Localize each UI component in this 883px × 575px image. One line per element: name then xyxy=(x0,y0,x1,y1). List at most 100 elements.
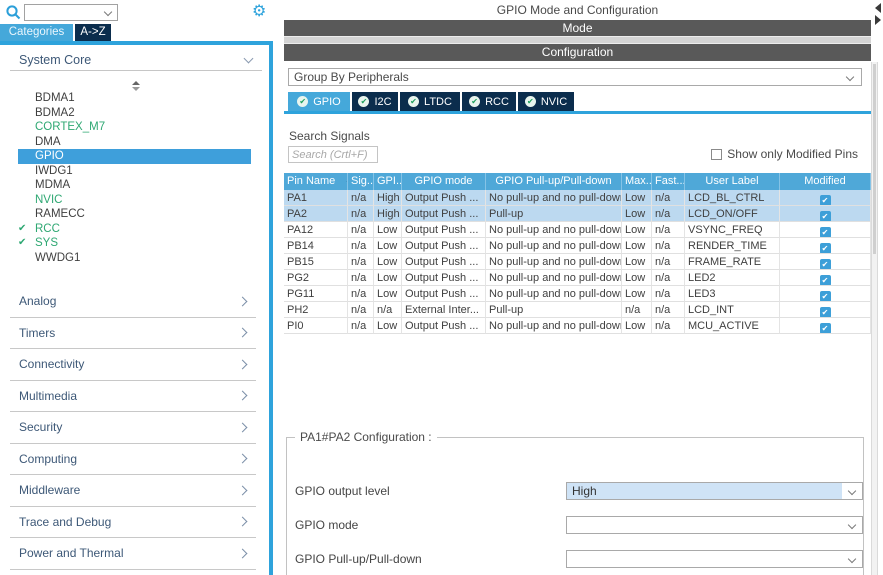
table-row-pi0[interactable]: PI0n/aLowOutput Push ...No pull-up and n… xyxy=(284,318,871,334)
cell-max-: Low xyxy=(622,222,652,238)
sidebar-item-iwdg1[interactable]: IWDG1 xyxy=(18,164,251,179)
column-header-modified[interactable]: Modified xyxy=(780,173,871,190)
tab-nvic[interactable]: ✔NVIC xyxy=(518,92,574,111)
table-row-ph2[interactable]: PH2n/an/aExternal Inter...Pull-upn/an/aL… xyxy=(284,302,871,318)
enabled-check-icon: ✔ xyxy=(18,236,26,251)
sidebar-category-timers[interactable]: Timers xyxy=(10,318,256,350)
sidebar-category-computing[interactable]: Computing xyxy=(10,444,256,476)
modified-checkbox[interactable]: ✔ xyxy=(820,307,831,318)
cell-gpio-mode: Output Push ... xyxy=(402,206,486,222)
modified-checkbox[interactable]: ✔ xyxy=(820,323,831,334)
sidebar-item-cortex_m7[interactable]: CORTEX_M7 xyxy=(18,120,251,135)
table-row-pg2[interactable]: PG2n/aLowOutput Push ...No pull-up and n… xyxy=(284,270,871,286)
field-select-gpio-pull-up-pull-down[interactable] xyxy=(566,550,863,568)
sidebar-category-connectivity[interactable]: Connectivity xyxy=(10,349,256,381)
sidebar-item-bdma1[interactable]: BDMA1 xyxy=(18,91,251,106)
field-select-gpio-output-level[interactable]: High xyxy=(566,482,863,500)
category-label: Multimedia xyxy=(10,389,77,403)
system-core-section-header[interactable]: System Core xyxy=(19,51,256,69)
sidebar-category-multimedia[interactable]: Multimedia xyxy=(10,381,256,413)
sidebar-search-combobox[interactable] xyxy=(24,4,118,21)
sidebar-item-label: DMA xyxy=(35,136,61,148)
column-header-gpio-pull-up-pull-down[interactable]: GPIO Pull-up/Pull-down xyxy=(486,173,622,190)
peripheral-tabs: ✔GPIO✔I2C✔LTDC✔RCC✔NVIC xyxy=(288,92,574,111)
panel-collapse-arrows[interactable] xyxy=(875,3,881,25)
cell-max-: n/a xyxy=(622,302,652,318)
modified-checkbox[interactable]: ✔ xyxy=(820,211,831,222)
sidebar-item-sys[interactable]: ✔ SYS xyxy=(18,236,251,251)
configuration-section-bar[interactable]: Configuration xyxy=(284,44,871,61)
mode-section-bar[interactable]: Mode xyxy=(284,20,871,36)
column-header-pin-name[interactable]: Pin Name▲ xyxy=(284,173,348,190)
cell-sig-: n/a xyxy=(348,270,374,286)
cell-gpio-pull-up-pull-down: No pull-up and no pull-down xyxy=(486,254,622,270)
table-row-pb14[interactable]: PB14n/aLowOutput Push ...No pull-up and … xyxy=(284,238,871,254)
sidebar-category-trace-and-debug[interactable]: Trace and Debug xyxy=(10,507,256,539)
category-label: Computing xyxy=(10,452,77,466)
table-row-pa12[interactable]: PA12n/aLowOutput Push ...No pull-up and … xyxy=(284,222,871,238)
field-value: High xyxy=(572,483,597,499)
tab-rcc[interactable]: ✔RCC xyxy=(462,92,516,111)
panel-title: GPIO Mode and Configuration xyxy=(284,3,871,17)
cell-fast-: n/a xyxy=(652,286,685,302)
category-label: Middleware xyxy=(10,483,80,497)
column-header-user-label[interactable]: User Label xyxy=(685,173,780,190)
field-select-gpio-mode[interactable] xyxy=(566,516,863,534)
sidebar-item-gpio[interactable]: GPIO xyxy=(18,149,251,164)
table-row-pa1[interactable]: PA1n/aHighOutput Push ...No pull-up and … xyxy=(284,190,871,206)
table-row-pb15[interactable]: PB15n/aLowOutput Push ...No pull-up and … xyxy=(284,254,871,270)
column-header-max-[interactable]: Max... xyxy=(622,173,652,190)
modified-checkbox[interactable]: ✔ xyxy=(820,275,831,286)
sidebar-item-label: SYS xyxy=(35,237,58,249)
tab-a-to-z[interactable]: A->Z xyxy=(75,24,111,41)
chevron-right-icon xyxy=(238,359,248,369)
tab-ltdc[interactable]: ✔LTDC xyxy=(400,92,460,111)
column-header-fast-[interactable]: Fast... xyxy=(652,173,685,190)
collapse-right-icon[interactable] xyxy=(875,15,881,25)
sidebar-item-ramecc[interactable]: RAMECC xyxy=(18,207,251,222)
scrollbar-thumb[interactable] xyxy=(873,64,876,254)
field-label: GPIO output level xyxy=(295,484,390,498)
group-by-select[interactable]: Group By Peripherals xyxy=(288,68,862,86)
settings-gear-icon[interactable]: ⚙ xyxy=(252,1,266,20)
sidebar-item-rcc[interactable]: ✔RCC xyxy=(18,222,251,237)
modified-checkbox[interactable]: ✔ xyxy=(820,259,831,270)
peripherals-sidebar: ⚙ Categories A->Z System Core BDMA1 BDMA2… xyxy=(0,0,273,575)
column-header-sig-[interactable]: Sig... xyxy=(348,173,374,190)
cell-modified: ✔ xyxy=(780,302,871,318)
tab-gpio[interactable]: ✔GPIO xyxy=(288,92,350,111)
pin-config-row: GPIO output level High xyxy=(295,482,857,500)
sidebar-item-nvic[interactable]: NVIC xyxy=(18,193,251,208)
sidebar-item-wwdg1[interactable]: WWDG1 xyxy=(18,251,251,266)
vertical-scrollbar[interactable] xyxy=(871,62,878,575)
cell-gpio-mode: Output Push ... xyxy=(402,238,486,254)
sort-spinner-icon[interactable] xyxy=(132,81,140,91)
cell-sig-: n/a xyxy=(348,286,374,302)
table-row-pa2[interactable]: PA2n/aHighOutput Push ...Pull-upLown/aLC… xyxy=(284,206,871,222)
chevron-down-icon xyxy=(848,487,856,495)
signals-search-input[interactable] xyxy=(288,146,378,163)
show-only-modified-checkbox[interactable] xyxy=(711,149,722,160)
column-header-gpi-[interactable]: GPI... xyxy=(374,173,402,190)
modified-checkbox[interactable]: ✔ xyxy=(820,227,831,238)
modified-checkbox[interactable]: ✔ xyxy=(820,195,831,206)
tab-categories[interactable]: Categories xyxy=(0,24,73,41)
column-header-gpio-mode[interactable]: GPIO mode xyxy=(402,173,486,190)
sidebar-item-bdma2[interactable]: BDMA2 xyxy=(18,106,251,121)
category-label: Timers xyxy=(10,326,55,340)
sidebar-category-security[interactable]: Security xyxy=(10,412,256,444)
chevron-down-icon xyxy=(848,521,856,529)
collapse-left-icon[interactable] xyxy=(875,3,881,13)
modified-checkbox[interactable]: ✔ xyxy=(820,243,831,254)
sidebar-category-middleware[interactable]: Middleware xyxy=(10,475,256,507)
modified-checkbox[interactable]: ✔ xyxy=(820,291,831,302)
tab-i2c[interactable]: ✔I2C xyxy=(352,92,398,111)
sidebar-item-mdma[interactable]: MDMA xyxy=(18,178,251,193)
sidebar-item-label: BDMA1 xyxy=(35,92,75,104)
table-row-pg11[interactable]: PG11n/aLowOutput Push ...No pull-up and … xyxy=(284,286,871,302)
sidebar-item-dma[interactable]: DMA xyxy=(18,135,251,150)
sidebar-category-power-and-thermal[interactable]: Power and Thermal xyxy=(10,538,256,570)
sidebar-category-analog[interactable]: Analog xyxy=(10,286,256,318)
chevron-down-icon xyxy=(244,54,254,64)
show-only-modified-filter[interactable]: Show only Modified Pins xyxy=(711,147,858,161)
